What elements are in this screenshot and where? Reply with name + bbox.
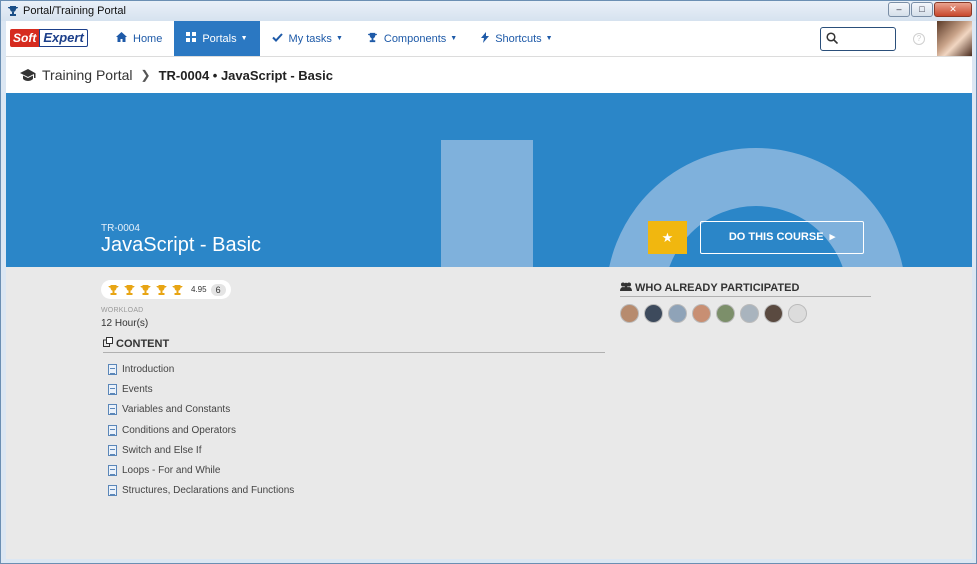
trophy-icon xyxy=(7,5,19,17)
close-button[interactable]: ✕ xyxy=(934,2,972,17)
chevron-down-icon: ▼ xyxy=(545,35,553,42)
copy-icon xyxy=(103,337,113,350)
trophy-icon xyxy=(139,284,152,296)
top-navbar: Soft Expert Home Portals ▼ My tasks ▼ Co… xyxy=(6,21,972,57)
course-code: TR-0004 xyxy=(101,223,140,234)
help-icon[interactable]: ? xyxy=(913,33,925,45)
logo-part-expert: Expert xyxy=(39,29,88,47)
participant-avatar[interactable] xyxy=(644,304,663,323)
trophy-icon xyxy=(367,32,378,46)
participant-avatar[interactable] xyxy=(764,304,783,323)
chevron-down-icon: ▼ xyxy=(450,35,458,42)
nav-portals[interactable]: Portals ▼ xyxy=(174,21,260,56)
favorite-button[interactable]: ★ xyxy=(648,221,687,254)
document-icon xyxy=(108,424,117,436)
participant-avatar[interactable] xyxy=(620,304,639,323)
home-icon xyxy=(116,32,127,45)
chevron-down-icon: ▼ xyxy=(335,35,343,42)
course-title: JavaScript - Basic xyxy=(101,234,262,256)
participants-heading-label: WHO ALREADY PARTICIPATED xyxy=(635,282,800,294)
content-item[interactable]: Introduction xyxy=(108,359,294,379)
trophy-icon xyxy=(107,284,120,296)
logo-part-soft: Soft xyxy=(10,29,40,47)
nav-shortcuts-label: Shortcuts xyxy=(495,32,542,45)
breadcrumb-current: TR-0004 • JavaScript - Basic xyxy=(158,67,333,83)
maximize-button[interactable]: □ xyxy=(911,2,933,17)
window-controls: – □ ✕ xyxy=(888,2,972,17)
search-icon xyxy=(826,32,839,45)
content-item-label: Switch and Else If xyxy=(122,444,202,456)
nav-components[interactable]: Components ▼ xyxy=(355,21,469,56)
chevron-down-icon: ▼ xyxy=(240,35,248,42)
rating-score: 4.95 xyxy=(191,285,207,294)
content-item[interactable]: Conditions and Operators xyxy=(108,420,294,440)
chevron-right-icon: ❯ xyxy=(140,68,151,82)
content-item-label: Events xyxy=(122,383,153,395)
nav-components-label: Components xyxy=(383,32,447,45)
users-icon xyxy=(620,282,632,294)
document-icon xyxy=(108,404,117,416)
participants-heading: WHO ALREADY PARTICIPATED xyxy=(620,282,871,297)
participant-avatar[interactable] xyxy=(692,304,711,323)
caret-right-icon: ▸ xyxy=(826,231,836,243)
participant-avatar[interactable] xyxy=(740,304,759,323)
content-item[interactable]: Loops - For and While xyxy=(108,460,294,480)
content-heading: CONTENT xyxy=(103,337,605,353)
participant-avatar[interactable] xyxy=(788,304,807,323)
document-icon xyxy=(108,444,117,456)
content-item[interactable]: Variables and Constants xyxy=(108,400,294,420)
grid-icon xyxy=(186,32,197,45)
course-rating: 4.95 6 xyxy=(101,280,231,299)
nav-home[interactable]: Home xyxy=(104,21,174,56)
document-icon xyxy=(108,485,117,497)
window-title: Portal/Training Portal xyxy=(23,5,126,17)
content-item-label: Structures, Declarations and Functions xyxy=(122,485,295,497)
graduation-cap-icon xyxy=(20,69,36,81)
hero-letter-graphic xyxy=(441,140,533,267)
trophy-icon xyxy=(123,284,136,296)
participant-avatar[interactable] xyxy=(716,304,735,323)
search-input[interactable] xyxy=(820,27,896,51)
app-content: Soft Expert Home Portals ▼ My tasks ▼ Co… xyxy=(6,21,972,559)
nav-shortcuts[interactable]: Shortcuts ▼ xyxy=(469,21,564,56)
nav-portals-label: Portals xyxy=(202,32,237,45)
window-titlebar: Portal/Training Portal – □ ✕ xyxy=(1,1,976,21)
nav-my-tasks-label: My tasks xyxy=(288,32,332,45)
softexpert-logo[interactable]: Soft Expert xyxy=(10,28,100,48)
content-item[interactable]: Structures, Declarations and Functions xyxy=(108,481,294,501)
bolt-icon xyxy=(481,31,490,46)
minimize-button[interactable]: – xyxy=(888,2,910,17)
do-this-course-label: DO THIS COURSE xyxy=(728,231,824,243)
content-heading-label: CONTENT xyxy=(116,337,170,350)
rating-count-badge: 6 xyxy=(210,283,226,296)
content-item[interactable]: Events xyxy=(108,379,294,399)
trophy-icon xyxy=(171,284,184,296)
star-icon: ★ xyxy=(661,230,674,245)
content-item-label: Introduction xyxy=(122,363,175,375)
user-avatar[interactable] xyxy=(937,21,972,56)
course-hero-banner: TR-0004 JavaScript - Basic ★ DO THIS COU… xyxy=(6,93,972,267)
breadcrumb-root[interactable]: Training Portal xyxy=(42,67,133,83)
check-icon xyxy=(271,32,283,45)
content-item-label: Variables and Constants xyxy=(122,404,231,416)
breadcrumb: Training Portal ❯ TR-0004 • JavaScript -… xyxy=(6,57,972,93)
content-item-label: Conditions and Operators xyxy=(122,424,236,436)
nav-my-tasks[interactable]: My tasks ▼ xyxy=(260,21,355,56)
participant-avatar[interactable] xyxy=(668,304,687,323)
content-item-label: Loops - For and While xyxy=(122,465,221,477)
nav-home-label: Home xyxy=(133,32,163,45)
do-this-course-button[interactable]: DO THIS COURSE ▸ xyxy=(700,221,864,254)
content-item[interactable]: Switch and Else If xyxy=(108,440,294,460)
workload-value: 12 Hour(s) xyxy=(101,318,149,329)
participants-avatars xyxy=(620,304,807,323)
document-icon xyxy=(108,383,117,395)
app-window: Portal/Training Portal – □ ✕ Soft Expert… xyxy=(0,0,977,564)
document-icon xyxy=(108,465,117,477)
content-list: Introduction Events Variables and Consta… xyxy=(108,359,294,501)
workload-label: WORKLOAD xyxy=(101,307,144,314)
document-icon xyxy=(108,363,117,375)
trophy-icon xyxy=(155,284,168,296)
